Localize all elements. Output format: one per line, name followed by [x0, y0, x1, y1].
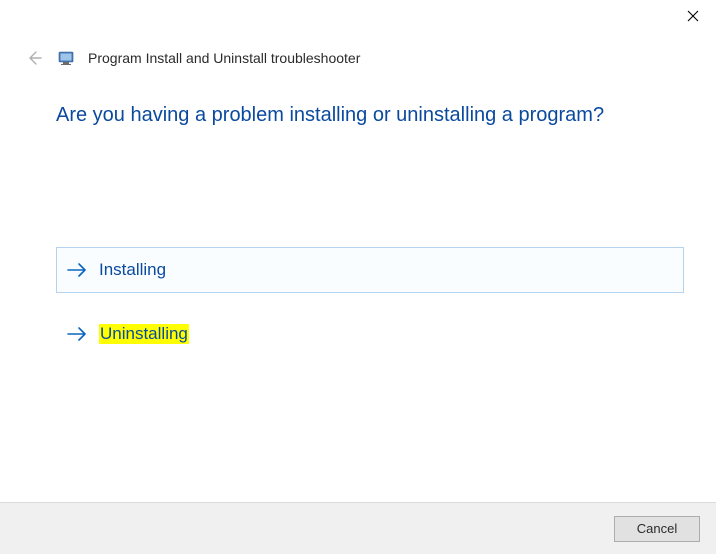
titlebar	[670, 0, 716, 32]
troubleshooter-icon	[58, 50, 74, 66]
header: Program Install and Uninstall troublesho…	[24, 48, 360, 68]
options-list: Installing Uninstalling	[56, 247, 684, 357]
cancel-button[interactable]: Cancel	[614, 516, 700, 542]
option-label: Uninstalling	[99, 324, 189, 344]
option-label: Installing	[99, 260, 166, 280]
back-button[interactable]	[24, 48, 44, 68]
main-content: Are you having a problem installing or u…	[56, 104, 684, 357]
option-uninstalling[interactable]: Uninstalling	[56, 311, 684, 357]
footer: Cancel	[0, 502, 716, 554]
page-heading: Are you having a problem installing or u…	[56, 104, 684, 127]
window-title: Program Install and Uninstall troublesho…	[88, 50, 360, 66]
option-installing[interactable]: Installing	[56, 247, 684, 293]
arrow-right-icon	[67, 263, 87, 277]
close-button[interactable]	[670, 1, 716, 31]
close-icon	[687, 10, 699, 22]
arrow-right-icon	[67, 327, 87, 341]
back-arrow-icon	[26, 50, 42, 66]
